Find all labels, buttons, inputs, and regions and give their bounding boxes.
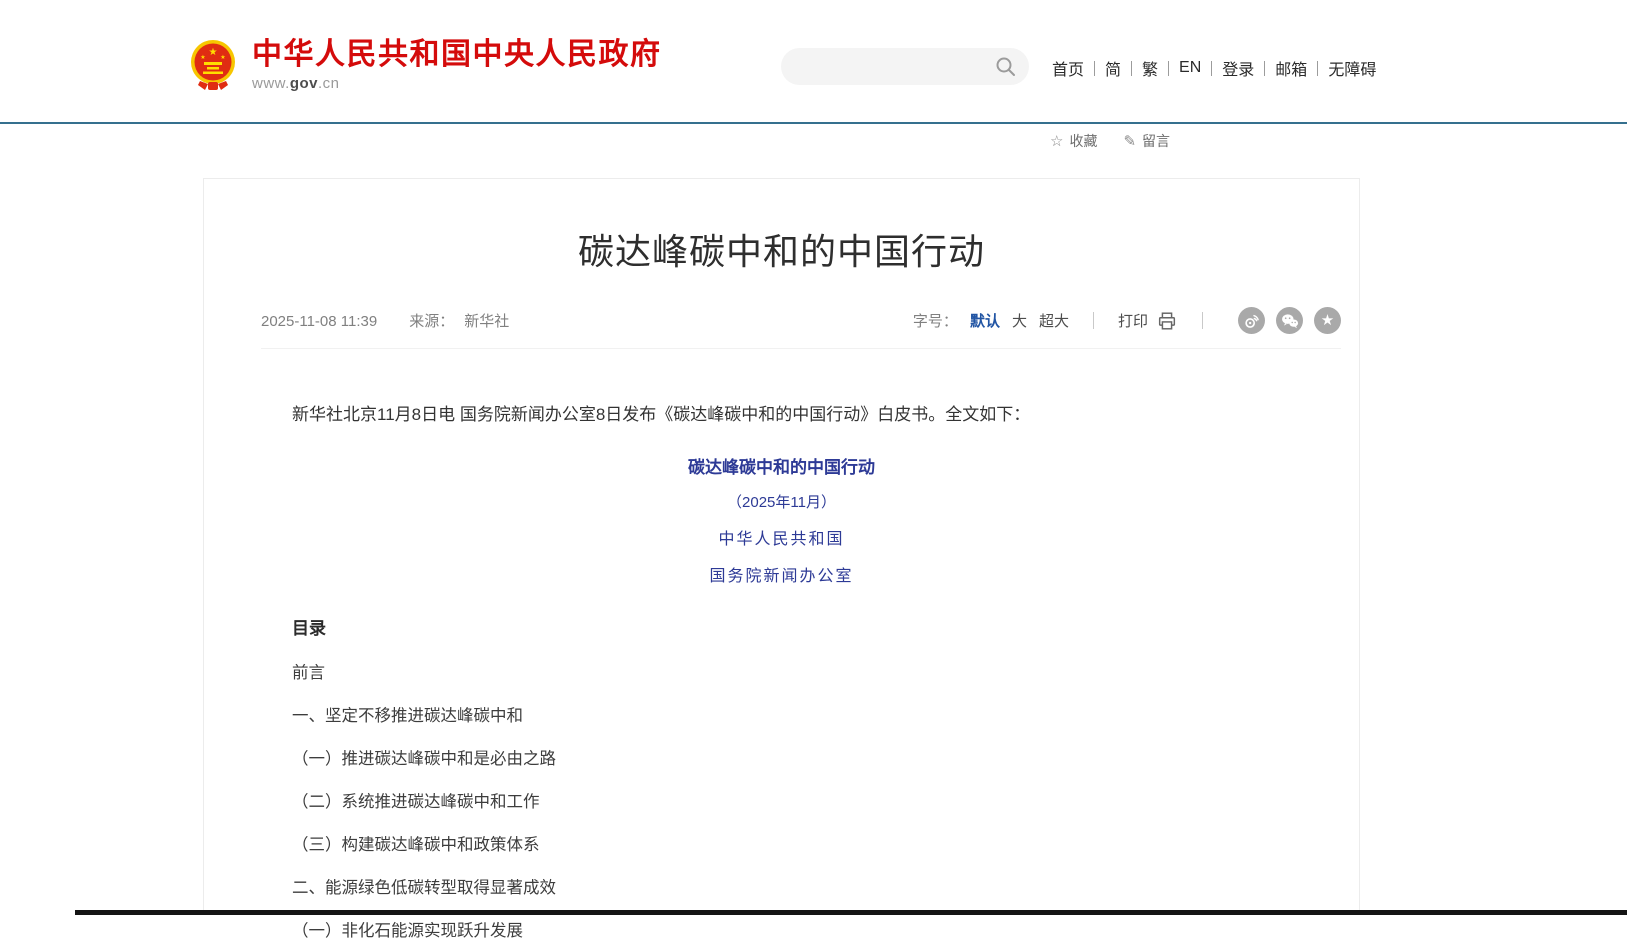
toc-item-2: 二、能源绿色低碳转型取得显著成效 [292,880,1271,897]
font-size-label: 字号： [913,310,958,331]
star-filled-icon: ★ [1321,313,1334,328]
whitepaper-org-line2: 国务院新闻办公室 [292,562,1271,586]
page-actions: ☆ 收藏 ✎ 留言 [1050,131,1170,151]
print-button[interactable]: 打印 [1118,310,1178,332]
toc-item-2-1: （一）非化石能源实现跃升发展 [292,923,1271,940]
font-size-xlarge[interactable]: 超大 [1039,310,1069,331]
pencil-icon: ✎ [1123,134,1136,149]
article-panel: 碳达峰碳中和的中国行动 2025-11-08 11:39 来源： 新华社 字号：… [203,178,1360,915]
article-meta-bar: 2025-11-08 11:39 来源： 新华社 字号： 默认 大 超大 打印 [261,307,1341,349]
article-content: 新华社北京11月8日电 国务院新闻办公室8日发布《碳达峰碳中和的中国行动》白皮书… [204,402,1359,940]
search-icon[interactable] [994,55,1018,79]
toc-item-1-1: （一）推进碳达峰碳中和是必由之路 [292,751,1271,768]
toc-item-1-2: （二）系统推进碳达峰碳中和工作 [292,794,1271,811]
favorite-label: 收藏 [1069,131,1097,151]
nav-mail[interactable]: 邮箱 [1265,56,1317,80]
print-label: 打印 [1118,310,1148,331]
publish-date: 2025-11-08 11:39 [261,313,377,330]
source-value[interactable]: 新华社 [464,310,509,331]
comment-label: 留言 [1142,131,1170,151]
site-header: ★ ★ ★ 中华人民共和国中央人民政府 www.gov.cn 首页 简 繁 EN [0,0,1627,122]
lead-paragraph: 新华社北京11月8日电 国务院新闻办公室8日发布《碳达峰碳中和的中国行动》白皮书… [292,402,1271,428]
comment-button[interactable]: ✎ 留言 [1123,131,1170,151]
toc-item-preface: 前言 [292,665,1271,682]
share-buttons: ★ [1227,307,1341,334]
toc-heading: 目录 [292,614,1271,639]
top-navigation: 首页 简 繁 EN 登录 邮箱 无障碍 [1042,53,1386,83]
share-weibo-icon[interactable] [1238,307,1265,334]
whitepaper-date: （2025年11月） [292,491,1271,512]
svg-text:★: ★ [209,47,218,58]
article-title: 碳达峰碳中和的中国行动 [204,223,1359,275]
font-size-default[interactable]: 默认 [970,310,1000,331]
search-input[interactable] [781,48,1029,85]
national-emblem-icon: ★ ★ ★ [188,38,238,92]
site-logo-link[interactable]: ★ ★ ★ 中华人民共和国中央人民政府 www.gov.cn [188,38,662,92]
whitepaper-org-line1: 中华人民共和国 [292,525,1271,549]
toc-item-1-3: （三）构建碳达峰碳中和政策体系 [292,837,1271,854]
toc-item-1: 一、坚定不移推进碳达峰碳中和 [292,708,1271,725]
meta-divider [1202,312,1203,329]
printer-icon [1156,310,1178,332]
whitepaper-title: 碳达峰碳中和的中国行动 [292,453,1271,478]
favorite-button[interactable]: ☆ 收藏 [1050,131,1097,151]
nav-home[interactable]: 首页 [1042,56,1094,80]
star-outline-icon: ☆ [1050,134,1063,149]
site-url: www.gov.cn [252,75,662,92]
search-box[interactable] [781,48,1029,85]
nav-english[interactable]: EN [1169,59,1211,77]
nav-simplified[interactable]: 简 [1095,56,1131,80]
nav-traditional[interactable]: 繁 [1132,56,1168,80]
article-meta-left: 2025-11-08 11:39 来源： 新华社 [261,310,509,331]
share-wechat-icon[interactable] [1276,307,1303,334]
share-qzone-star-icon[interactable]: ★ [1314,307,1341,334]
svg-text:★: ★ [200,54,205,61]
nav-login[interactable]: 登录 [1212,56,1264,80]
meta-divider [1093,312,1094,329]
font-size-large[interactable]: 大 [1012,310,1027,331]
nav-accessibility[interactable]: 无障碍 [1318,56,1386,80]
bottom-edge-bar [75,910,1627,915]
site-title: 中华人民共和国中央人民政府 [252,38,662,72]
source-label: 来源： [409,310,454,331]
article-meta-right: 字号： 默认 大 超大 打印 [913,307,1341,334]
svg-text:★: ★ [220,54,225,61]
header-divider-line [0,122,1627,124]
